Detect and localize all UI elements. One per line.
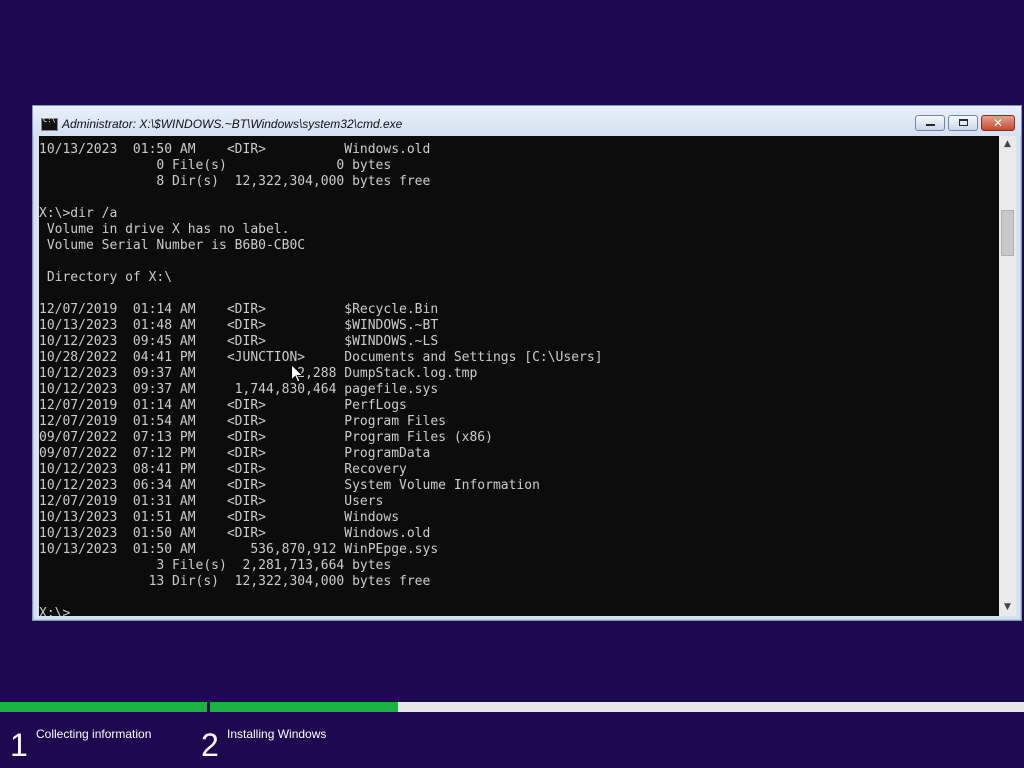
console-line: 10/13/2023 01:48 AM <DIR> $WINDOWS.~BT [39, 318, 439, 333]
progress-segment-installing [210, 702, 1024, 712]
console-window[interactable]: C:\ Administrator: X:\$WINDOWS.~BT\Windo… [32, 105, 1022, 621]
vertical-scrollbar[interactable]: ▲ ▼ [999, 136, 1016, 616]
step-label: Installing Windows [227, 727, 327, 741]
console-line: 10/12/2023 09:37 AM 1,744,830,464 pagefi… [39, 382, 439, 397]
console-text: 10/13/2023 01:50 AM <DIR> Windows.old 0 … [39, 142, 603, 616]
minimize-icon [926, 124, 935, 126]
console-line: 10/12/2023 08:41 PM <DIR> Recovery [39, 462, 407, 477]
console-line: 09/07/2022 07:12 PM <DIR> ProgramData [39, 446, 431, 461]
console-line: 10/12/2023 09:45 AM <DIR> $WINDOWS.~LS [39, 334, 439, 349]
cmd-icon: C:\ [41, 116, 58, 131]
console-line: 10/12/2023 09:37 AM 12,288 DumpStack.log… [39, 366, 478, 381]
step-label: Collecting information [36, 727, 152, 741]
step-number: 1 [10, 727, 28, 763]
console-output[interactable]: 10/13/2023 01:50 AM <DIR> Windows.old 0 … [39, 136, 999, 616]
console-line: 8 Dir(s) 12,322,304,000 bytes free [39, 174, 431, 189]
console-line: 3 File(s) 2,281,713,664 bytes [39, 558, 392, 573]
title-bar[interactable]: C:\ Administrator: X:\$WINDOWS.~BT\Windo… [33, 106, 1021, 136]
setup-progress [0, 702, 1024, 712]
console-line: 12/07/2019 01:14 AM <DIR> $Recycle.Bin [39, 302, 439, 317]
console-line: 10/13/2023 01:50 AM <DIR> Windows.old [39, 526, 431, 541]
console-line: 10/28/2022 04:41 PM <JUNCTION> Documents… [39, 350, 603, 365]
console-line: 09/07/2022 07:13 PM <DIR> Program Files … [39, 430, 493, 445]
scroll-up-icon[interactable]: ▲ [999, 136, 1016, 153]
close-button[interactable]: ✕ [981, 115, 1015, 131]
scrollbar-thumb[interactable] [1001, 210, 1014, 256]
console-line: Volume Serial Number is B6B0-CB0C [39, 238, 306, 253]
step-number: 2 [201, 727, 219, 763]
console-line: X:\>dir /a [39, 206, 118, 221]
mouse-pointer-icon [291, 364, 303, 383]
progress-fill-installing [210, 702, 399, 712]
console-line: X:\> [39, 606, 71, 616]
progress-segment-collecting [0, 702, 207, 712]
console-line: 13 Dir(s) 12,322,304,000 bytes free [39, 574, 431, 589]
console-line: 0 File(s) 0 bytes [39, 158, 392, 173]
minimize-button[interactable] [915, 115, 945, 131]
console-line: 10/13/2023 01:51 AM <DIR> Windows [39, 510, 400, 525]
console-line: 10/13/2023 01:50 AM <DIR> Windows.old [39, 142, 431, 157]
console-line: 10/12/2023 06:34 AM <DIR> System Volume … [39, 478, 540, 493]
console-line: Directory of X:\ [39, 270, 173, 285]
console-line: 12/07/2019 01:31 AM <DIR> Users [39, 494, 384, 509]
window-title: Administrator: X:\$WINDOWS.~BT\Windows\s… [62, 117, 403, 131]
console-line: Volume in drive X has no label. [39, 222, 290, 237]
maximize-icon [959, 119, 968, 126]
progress-fill-collecting [0, 702, 207, 712]
cmd-icon-text: C:\ [43, 116, 56, 124]
scroll-down-icon[interactable]: ▼ [999, 599, 1016, 616]
console-line: 10/13/2023 01:50 AM 536,870,912 WinPEpge… [39, 542, 439, 557]
console-line: 12/07/2019 01:14 AM <DIR> PerfLogs [39, 398, 407, 413]
console-line: 12/07/2019 01:54 AM <DIR> Program Files [39, 414, 446, 429]
maximize-button[interactable] [948, 115, 978, 131]
close-icon: ✕ [992, 116, 1004, 130]
